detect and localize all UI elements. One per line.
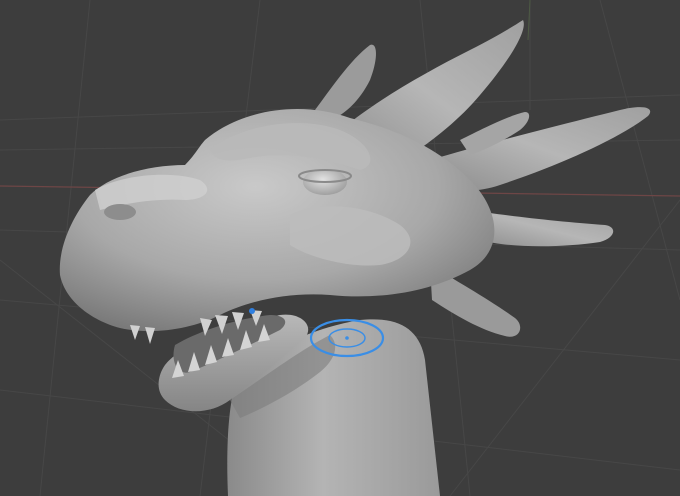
mesh-nostril [104, 204, 136, 220]
viewport-canvas[interactable] [0, 0, 680, 496]
origin-marker [249, 308, 255, 314]
3d-viewport[interactable] [0, 0, 680, 496]
dragon-mesh[interactable] [59, 20, 651, 496]
mesh-horn-left-small [315, 44, 376, 120]
